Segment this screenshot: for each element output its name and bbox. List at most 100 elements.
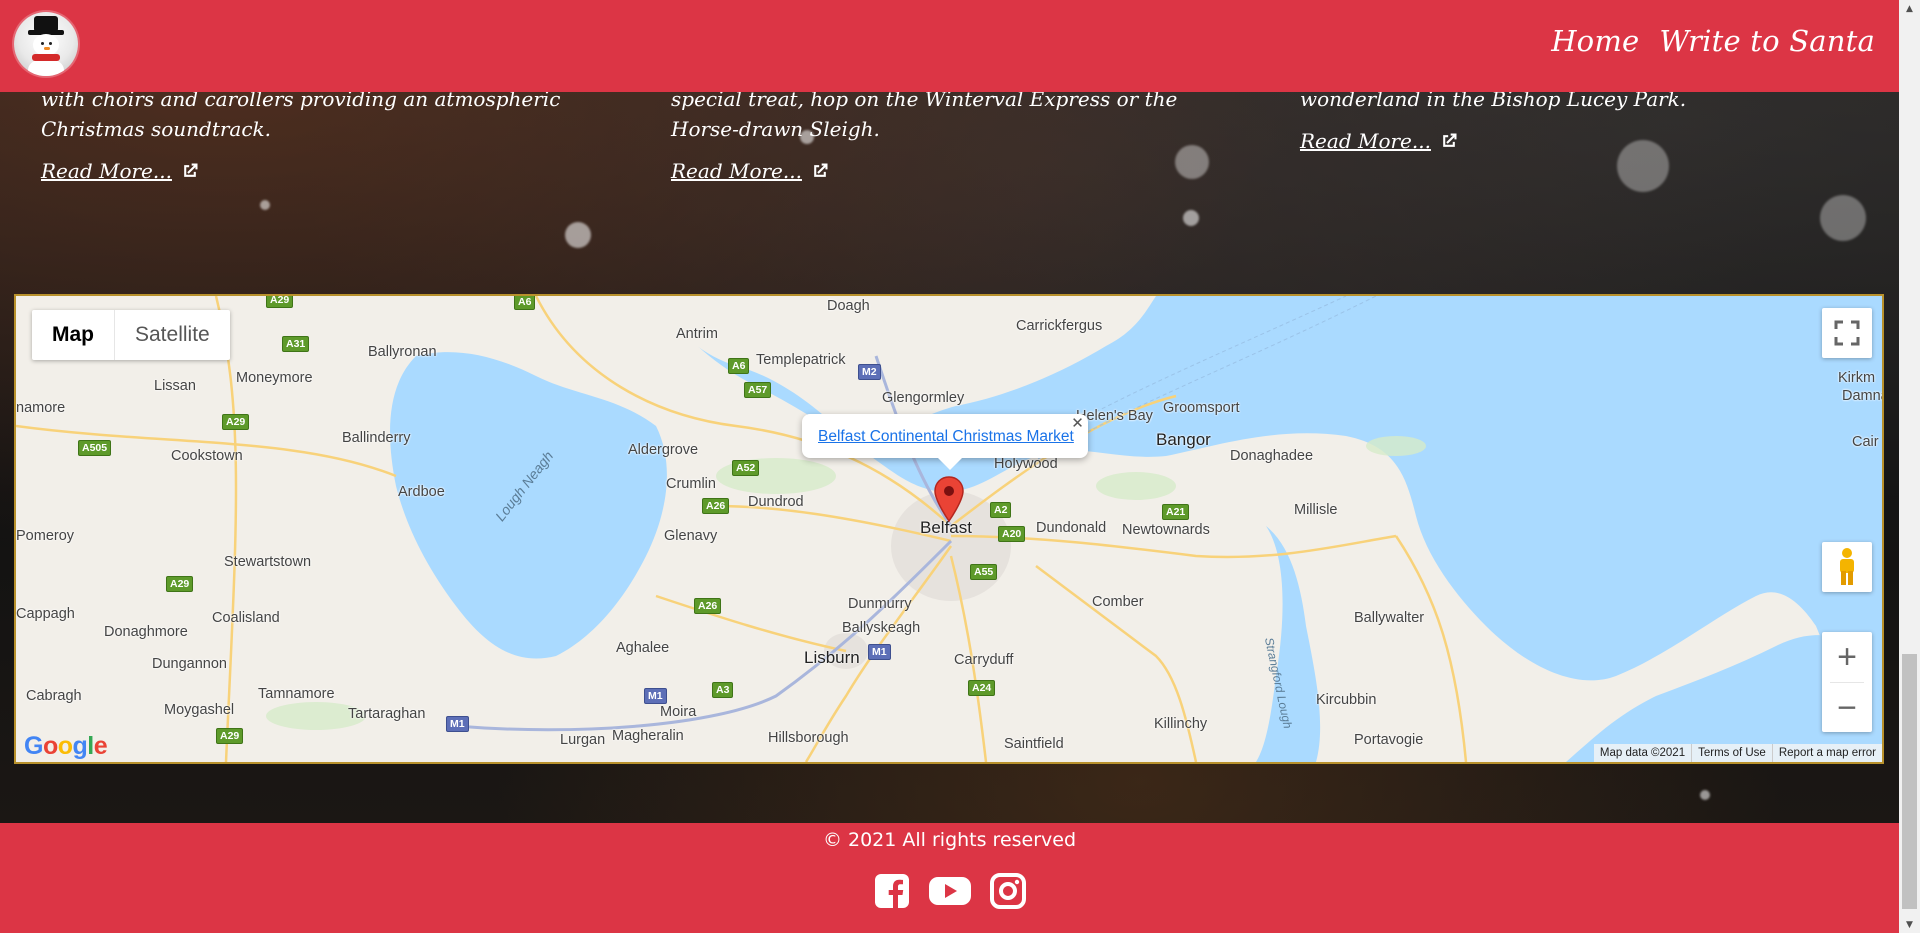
terms-of-use-link[interactable]: Terms of Use [1691,744,1772,762]
place-label: Aghalee [616,640,670,656]
place-label: Killinchy [1154,716,1208,732]
map-type-map-button[interactable]: Map [32,310,115,360]
road-shield: A24 [968,680,996,696]
site-footer: © 2021 All rights reserved [0,823,1899,933]
article-card: with choirs and carollers providing an a… [41,84,561,186]
place-label: Hillsborough [768,730,849,746]
snowflake [1820,195,1866,241]
road-shield: M1 [868,644,891,660]
read-more-link[interactable]: Read More... [1300,126,1459,156]
facebook-icon [874,874,909,909]
place-label: Templepatrick [756,352,846,368]
road-shield: A31 [282,336,310,352]
place-label: Portavogie [1354,732,1424,748]
place-label: Ardboe [398,484,445,500]
read-more-label: Read More... [41,159,172,183]
place-label: Lurgan [560,732,606,748]
info-window-link[interactable]: Belfast Continental Christmas Market [818,428,1074,445]
place-label: Moygashel [164,702,235,718]
report-map-error-link[interactable]: Report a map error [1771,744,1882,762]
article-text: special treat, hop on the Winterval Expr… [671,87,1178,141]
road-shield: M1 [644,688,667,704]
place-label: Dunmurry [848,596,912,612]
place-label: Millisle [1294,502,1338,518]
google-map[interactable]: Lough Neagh Strangford Lough Doagh Carri… [14,294,1884,764]
place-label: Glengormley [882,390,965,406]
close-icon[interactable]: ✕ [1071,414,1084,432]
place-label: Crumlin [666,476,716,492]
nav-write-to-santa-link[interactable]: Write to Santa [1659,24,1875,58]
place-label: Kircubbin [1316,692,1377,708]
youtube-link[interactable] [928,873,972,913]
site-header: Home Write to Santa [0,0,1899,92]
place-label: Cair [1852,434,1879,450]
snowman-logo[interactable] [14,12,78,76]
place-label: Cappagh [16,606,75,622]
instagram-icon [989,873,1026,909]
place-label: Carryduff [954,652,1014,668]
snowflake [1700,790,1710,800]
zoom-out-button[interactable]: − [1822,683,1872,733]
place-label: Carrickfergus [1016,318,1103,334]
external-link-icon [1443,133,1457,147]
road-shield: A29 [166,576,194,592]
facebook-link[interactable] [874,873,910,913]
copyright-text: © 2021 All rights reserved [822,829,1077,851]
road-shield: A6 [728,358,750,374]
place-label: namore [16,400,66,416]
nav-home-link[interactable]: Home [1551,24,1639,58]
place-label: Coalisland [212,610,280,626]
place-label: Bangor [1156,430,1211,449]
place-label: Cookstown [171,448,243,464]
snowflake [260,200,270,210]
road-shield: A29 [216,728,244,744]
snowflake [1183,210,1199,226]
read-more-link[interactable]: Read More... [41,156,200,186]
article-card: special treat, hop on the Winterval Expr… [671,84,1211,186]
place-label: Tartaraghan [348,706,426,722]
scroll-up-arrow-icon[interactable]: ▲ [1899,0,1920,17]
place-label: Doagh [827,298,870,314]
main-nav: Home Write to Santa [1551,24,1875,58]
place-label: Glenavy [664,528,718,544]
fullscreen-button[interactable] [1822,308,1872,358]
read-more-link[interactable]: Read More... [671,156,830,186]
place-label: Dundonald [1036,520,1107,536]
read-more-label: Read More... [671,159,802,183]
place-label: Newtownards [1122,522,1210,538]
social-links [0,873,1899,913]
place-label: Aldergrove [628,442,699,458]
page-scrollbar[interactable]: ▲ ▼ [1899,0,1920,933]
map-marker-icon[interactable] [934,476,964,522]
road-shield: A20 [998,526,1026,542]
scroll-down-arrow-icon[interactable]: ▼ [1899,916,1920,933]
zoom-in-button[interactable]: + [1822,632,1872,682]
place-label: Donaghmore [104,624,188,640]
place-label: Lisburn [804,648,860,667]
road-shield: A6 [514,296,536,310]
road-shield: A26 [694,598,722,614]
external-link-icon [814,163,828,177]
article-text: with choirs and carollers providing an a… [41,87,561,141]
place-label: Magheralin [612,728,684,744]
external-link-icon [184,163,198,177]
place-label: Dundrod [748,494,804,510]
place-label: Dungannon [152,656,227,672]
street-view-pegman-button[interactable] [1822,542,1872,592]
scrollbar-thumb[interactable] [1902,654,1917,909]
place-label: Ballyskeagh [842,620,921,636]
instagram-link[interactable] [989,873,1026,913]
place-label: Damna [1842,388,1882,404]
map-type-control: Map Satellite [32,310,230,360]
road-shield: M1 [446,716,469,732]
zoom-control: + − [1822,632,1872,732]
place-label: Comber [1092,594,1144,610]
road-shield: M2 [858,364,881,380]
place-label: Groomsport [1163,400,1240,416]
place-label: Ballywalter [1354,610,1425,626]
map-type-satellite-button[interactable]: Satellite [115,310,230,360]
map-attribution: Map data ©2021 Terms of Use Report a map… [1593,744,1882,762]
place-label: Tamnamore [258,686,335,702]
place-label: Lissan [154,378,196,394]
snowflake [565,222,591,248]
